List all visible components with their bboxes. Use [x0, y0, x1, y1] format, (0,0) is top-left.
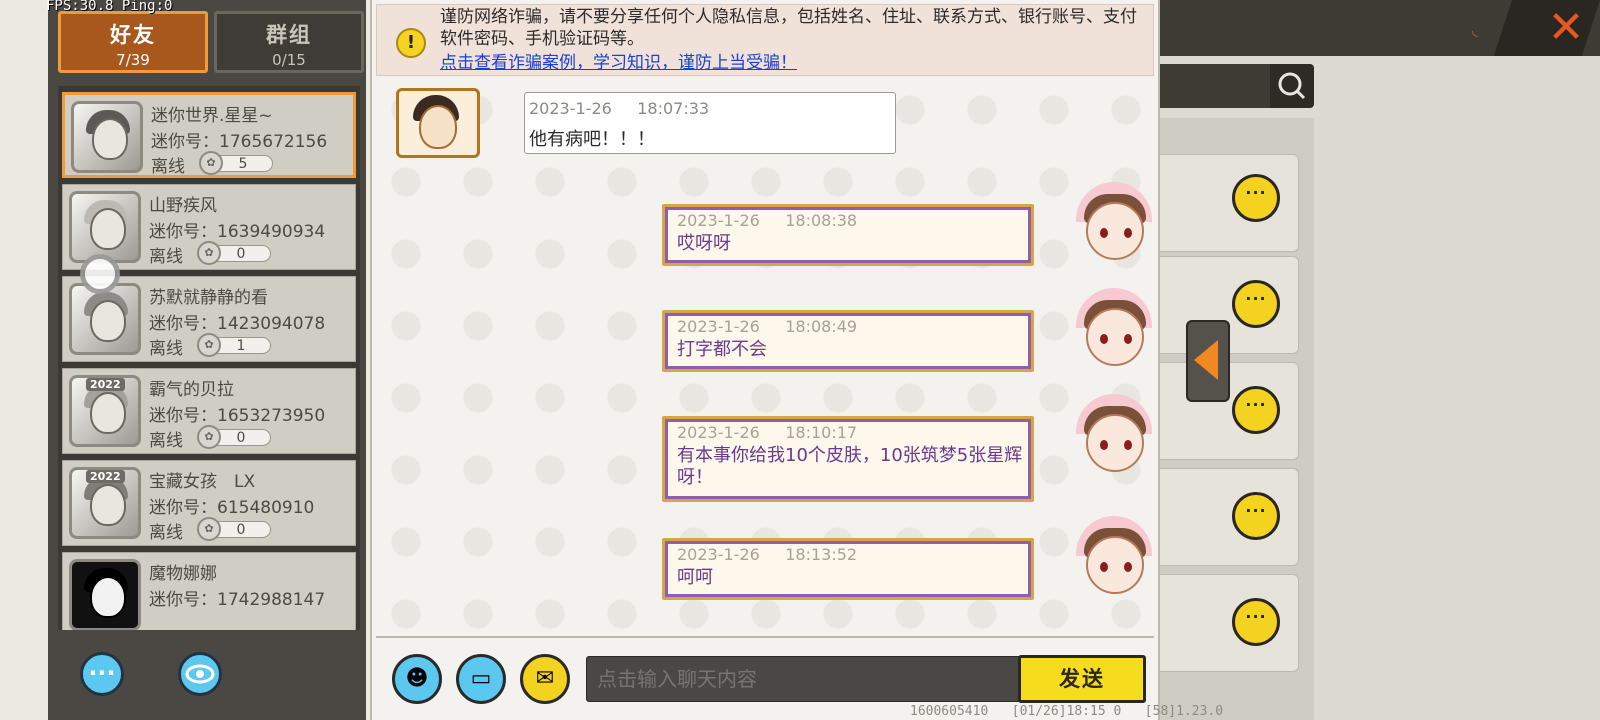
friend-name: 霸气的贝拉 [149, 380, 234, 400]
friend-name: 山野疾风 [149, 196, 217, 216]
tab-groups-label: 群组 [266, 23, 312, 47]
my-avatar[interactable] [1068, 286, 1160, 372]
avatar: 2022 [69, 467, 141, 539]
avatar [69, 283, 141, 355]
tab-friends-count: 7/39 [116, 51, 150, 69]
friend-mini-id: 迷你号：1742988147 [149, 590, 326, 610]
friend-list-item[interactable]: 2022 霸气的贝拉 迷你号：1653273950 离线 0 ✿ [62, 368, 356, 454]
friend-status: 离线 [149, 523, 183, 543]
friend-name: 宝藏女孩 LX [149, 472, 256, 492]
friend-avatar[interactable] [396, 88, 480, 158]
gift-button[interactable]: ✉ [520, 654, 570, 704]
friend-name: 迷你世界.星星~ [151, 106, 273, 126]
eye-icon [185, 664, 215, 684]
message-time: 2023-1-26 18:08:38 [677, 211, 858, 230]
avatar [69, 191, 141, 263]
level-icon: ✿ [197, 517, 221, 541]
tab-groups[interactable]: 群组 0/15 [214, 11, 364, 73]
keyboard-icon: ▭ [470, 666, 492, 691]
message-text: 有本事你给我10个皮肤，10张筑梦5张星辉呀！ [677, 445, 1023, 488]
search-button[interactable] [1270, 64, 1314, 108]
friend-mini-id: 迷你号：1653273950 [149, 406, 326, 426]
friend-list[interactable]: 迷你世界.星星~ 迷你号：1765672156 离线 5 ✿ 山野疾风 迷你号：… [58, 86, 360, 630]
send-button[interactable]: 发送 [1018, 655, 1146, 703]
chat-bubble-icon[interactable] [1232, 492, 1280, 540]
incoming-message: 2023-1-26 18:07:33 他有病吧！！！ [524, 92, 896, 154]
fraud-warning-text: 谨防网络诈骗，请不要分享任何个人隐私信息，包括姓名、住址、联系方式、银行账号、支… [440, 7, 1137, 49]
friend-status: 离线 [151, 157, 185, 177]
chat-bubble-icon[interactable] [1232, 280, 1280, 328]
friend-status: 离线 [149, 247, 183, 267]
avatar [71, 101, 143, 173]
gift-icon: ✉ [535, 666, 555, 691]
view-button[interactable] [178, 652, 222, 696]
debug-footer: 1600605410 [01/26]18:15 0 [58]1.23.0 [910, 704, 1224, 719]
level-icon: ✿ [199, 151, 223, 175]
friend-mini-id: 迷你号：1765672156 [151, 132, 328, 152]
avatar [69, 559, 141, 630]
more-button[interactable]: ··· [80, 652, 124, 696]
tab-groups-count: 0/15 [272, 51, 306, 69]
outgoing-message: 2023-1-26 18:13:52 呵呵 [662, 538, 1034, 600]
year-badge: 2022 [86, 378, 125, 391]
message-time: 2023-1-26 18:13:52 [677, 545, 858, 564]
message-text: 打字都不会 [677, 339, 767, 360]
friend-mini-id: 迷你号：1423094078 [149, 314, 326, 334]
friend-name: 魔物娜娜 [149, 564, 217, 584]
level-icon: ✿ [197, 333, 221, 357]
friend-name: 苏默就静静的看 [149, 288, 268, 308]
message-text: 哎呀呀 [677, 233, 731, 254]
background-search-field[interactable] [1160, 64, 1270, 108]
year-badge: 2022 [86, 470, 125, 483]
emoji-button[interactable]: ☻ [392, 654, 442, 704]
more-icon: ··· [88, 659, 116, 687]
close-button[interactable]: ✕ [1540, 4, 1592, 52]
arrow-left-icon [1194, 340, 1218, 380]
level-icon: ✿ [197, 241, 221, 265]
warning-icon: ! [396, 28, 426, 58]
avatar: 2022 [69, 375, 141, 447]
search-icon [1278, 72, 1306, 100]
friend-list-item[interactable]: 2022 宝藏女孩 LX 迷你号：615480910 离线 0 ✿ [62, 460, 356, 546]
fraud-cases-link[interactable]: 点击查看诈骗案例，学习知识，谨防上当受骗！ [440, 52, 797, 74]
my-avatar[interactable] [1068, 392, 1160, 478]
outgoing-message: 2023-1-26 18:08:49 打字都不会 [662, 310, 1034, 372]
friend-mini-id: 迷你号：615480910 [149, 498, 315, 518]
friend-list-item[interactable]: 迷你世界.星星~ 迷你号：1765672156 离线 5 ✿ [62, 92, 356, 178]
friend-list-item[interactable]: 魔物娜娜 迷你号：1742988147 [62, 552, 356, 630]
signal-icon: ◟ [1472, 20, 1479, 39]
keyboard-button[interactable]: ▭ [456, 654, 506, 704]
message-time: 2023-1-26 18:07:33 [529, 99, 710, 118]
chat-bubble-icon[interactable] [1232, 174, 1280, 222]
friend-mini-id: 迷你号：1639490934 [149, 222, 326, 242]
outgoing-message: 2023-1-26 18:10:17 有本事你给我10个皮肤，10张筑梦5张星辉… [662, 416, 1034, 502]
chat-input[interactable] [586, 656, 1022, 702]
message-time: 2023-1-26 18:08:49 [677, 317, 858, 336]
chat-bubble-icon[interactable] [1232, 598, 1280, 646]
message-text: 他有病吧！！！ [529, 129, 655, 150]
my-avatar[interactable] [1068, 180, 1160, 266]
floating-assistive-button[interactable] [80, 254, 120, 294]
my-avatar[interactable] [1068, 514, 1160, 600]
tab-friends[interactable]: 好友 7/39 [58, 11, 208, 73]
outgoing-message: 2023-1-26 18:08:38 哎呀呀 [662, 204, 1034, 266]
tab-friends-label: 好友 [110, 23, 156, 47]
chat-bubble-icon[interactable] [1232, 386, 1280, 434]
emoji-icon: ☻ [405, 666, 429, 691]
fps-readout: FPS:30.8 Ping:0 [46, 0, 173, 14]
friend-status: 离线 [149, 339, 183, 359]
level-icon: ✿ [197, 425, 221, 449]
message-text: 呵呵 [677, 567, 713, 588]
message-time: 2023-1-26 18:10:17 [677, 423, 858, 442]
friend-status: 离线 [149, 431, 183, 451]
